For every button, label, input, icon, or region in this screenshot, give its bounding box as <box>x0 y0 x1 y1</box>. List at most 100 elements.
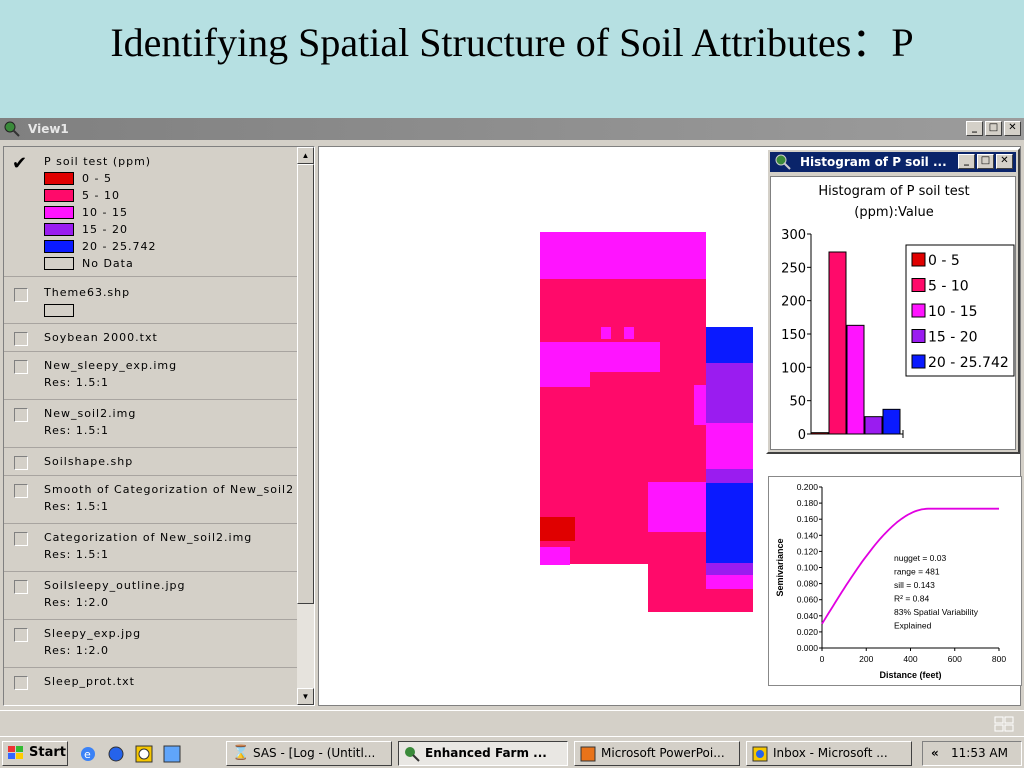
legend-swatch <box>44 239 74 253</box>
hourglass-icon: ⌛ <box>232 745 250 761</box>
theme-checkbox[interactable] <box>14 456 28 470</box>
tray-expand-icon[interactable]: « <box>931 742 939 764</box>
task-sas[interactable]: ⌛ SAS - [Log - (Untitl... <box>226 741 392 766</box>
view-window: View1 _ □ ✕ ✔ P soil test (ppm) 0 - 5 5 … <box>0 118 1024 736</box>
theme-item[interactable]: Categorization of New_soil2.img Res: 1.5… <box>4 525 297 572</box>
theme-checkbox[interactable] <box>14 288 28 302</box>
legend-label: 20 - 25.742 <box>928 355 1009 371</box>
scroll-thumb[interactable] <box>297 164 314 604</box>
map-cell <box>706 563 753 575</box>
y-tick-label: 0.040 <box>797 611 819 621</box>
theme-item[interactable]: Sleep_prot.txt <box>4 669 297 696</box>
theme-item[interactable]: Soilshape.shp <box>4 449 297 476</box>
theme-resolution: Res: 1.5:1 <box>44 548 110 561</box>
variogram-plot: 0.000 0.020 0.040 0.060 0.080 0.100 0.120 0.140… <box>775 482 1006 680</box>
close-button[interactable]: ✕ <box>1004 121 1021 136</box>
toc-scrollbar[interactable]: ▲ ▼ <box>297 147 314 705</box>
windows-logo-icon <box>8 746 23 759</box>
clock-icon[interactable] <box>134 744 154 764</box>
map-cell <box>706 469 753 483</box>
legend-label: 5 - 10 <box>928 279 969 295</box>
legend-row: 20 - 25.742 <box>44 239 156 253</box>
theme-item[interactable]: New_soil2.img Res: 1.5:1 <box>4 401 297 448</box>
histogram-window[interactable]: Histogram of P soil ... _ □ ✕ Histogram … <box>766 148 1020 454</box>
slide-title: Identifying Spatial Structure of Soil At… <box>110 20 914 65</box>
view-titlebar[interactable]: View1 _ □ ✕ <box>0 118 1024 140</box>
variogram-annotation: Explained <box>894 621 932 631</box>
histogram-bar <box>882 408 901 435</box>
scroll-up-icon[interactable]: ▲ <box>297 147 314 164</box>
legend-row: 5 - 10 <box>44 188 120 202</box>
map-cell <box>706 423 753 469</box>
legend-swatch <box>44 222 74 236</box>
close-button[interactable]: ✕ <box>996 154 1013 169</box>
histogram-plot: 300 250 200 150 100 50 0 0 - 5 5 - 10 10 - 15 15 -… <box>781 228 1015 443</box>
minimize-button[interactable]: _ <box>958 154 975 169</box>
outlook-icon[interactable] <box>106 744 126 764</box>
theme-p-soil-test[interactable]: ✔ P soil test (ppm) 0 - 5 5 - 10 10 - 15… <box>4 147 297 277</box>
legend-row: No Data <box>44 256 134 270</box>
theme-item[interactable]: Soilsleepy_outline.jpg Res: 1:2.0 <box>4 573 297 620</box>
legend-label: 0 - 5 <box>928 253 960 269</box>
theme-item[interactable]: Soybean 2000.txt <box>4 325 297 352</box>
map-cell <box>601 327 611 339</box>
y-tick-label: 0.000 <box>797 643 819 653</box>
theme-checkbox[interactable] <box>14 628 28 642</box>
theme-checkbox[interactable] <box>14 676 28 690</box>
y-tick-label: 200 <box>781 295 806 310</box>
x-tick-label: 400 <box>903 654 917 664</box>
x-tick-label: 600 <box>948 654 962 664</box>
theme-item[interactable]: Theme63.shp <box>4 278 297 324</box>
legend-swatch <box>44 171 74 185</box>
legend-swatch <box>44 256 74 270</box>
histogram-bar <box>846 324 865 435</box>
theme-name: Soilshape.shp <box>44 455 134 468</box>
start-button[interactable]: Start <box>2 741 68 766</box>
task-inbox[interactable]: Inbox - Microsoft ... <box>746 741 912 766</box>
theme-checkbox[interactable] <box>14 408 28 422</box>
map-cell <box>540 342 590 387</box>
theme-name: Smooth of Categorization of New_soil2 <box>44 483 295 496</box>
legend-label: 10 - 15 <box>928 304 978 320</box>
theme-name: Soilsleepy_outline.jpg <box>44 579 186 592</box>
task-powerpoint[interactable]: Microsoft PowerPoi... <box>574 741 740 766</box>
maximize-button[interactable]: □ <box>985 121 1002 136</box>
legend-label: 5 - 10 <box>82 188 120 202</box>
theme-checkbox[interactable] <box>14 580 28 594</box>
y-tick-label: 150 <box>781 328 806 343</box>
theme-item[interactable]: Smooth of Categorization of New_soil2 Re… <box>4 477 297 524</box>
legend-swatch <box>911 278 926 292</box>
internet-explorer-icon[interactable]: e <box>78 744 98 764</box>
status-bar <box>0 710 1024 736</box>
browser-icon[interactable] <box>162 744 182 764</box>
y-tick-label: 0.020 <box>797 627 819 637</box>
theme-name: New_soil2.img <box>44 407 137 420</box>
clock: 11:53 AM <box>951 746 1008 760</box>
theme-resolution: Res: 1.5:1 <box>44 500 110 513</box>
task-enhanced-farm[interactable]: Enhanced Farm ... <box>398 741 568 766</box>
y-tick-label: 50 <box>789 395 806 410</box>
y-tick-label: 0.060 <box>797 595 819 605</box>
checkmark-icon[interactable]: ✔ <box>12 153 27 174</box>
scroll-down-icon[interactable]: ▼ <box>297 688 314 705</box>
theme-checkbox[interactable] <box>14 360 28 374</box>
theme-name: Sleepy_exp.jpg <box>44 627 142 640</box>
theme-name: Categorization of New_soil2.img <box>44 531 253 544</box>
maximize-button[interactable]: □ <box>977 154 994 169</box>
map-cell <box>590 342 660 372</box>
map-cell <box>540 232 706 279</box>
legend-label: 20 - 25.742 <box>82 239 157 253</box>
legend-label: 15 - 20 <box>82 222 128 236</box>
theme-checkbox[interactable] <box>14 532 28 546</box>
theme-checkbox[interactable] <box>14 484 28 498</box>
map-cell <box>706 575 753 589</box>
y-tick-label: 0 <box>798 428 806 443</box>
minimize-button[interactable]: _ <box>966 121 983 136</box>
theme-item[interactable]: New_sleepy_exp.img Res: 1.5:1 <box>4 353 297 400</box>
map-cell <box>540 517 575 541</box>
variogram-annotation: sill = 0.143 <box>894 580 935 590</box>
theme-checkbox[interactable] <box>14 332 28 346</box>
theme-item[interactable]: Sleepy_exp.jpg Res: 1:2.0 <box>4 621 297 668</box>
task-label: Inbox - Microsoft ... <box>773 746 888 760</box>
histogram-titlebar[interactable]: Histogram of P soil ... _ □ ✕ <box>770 152 1016 172</box>
